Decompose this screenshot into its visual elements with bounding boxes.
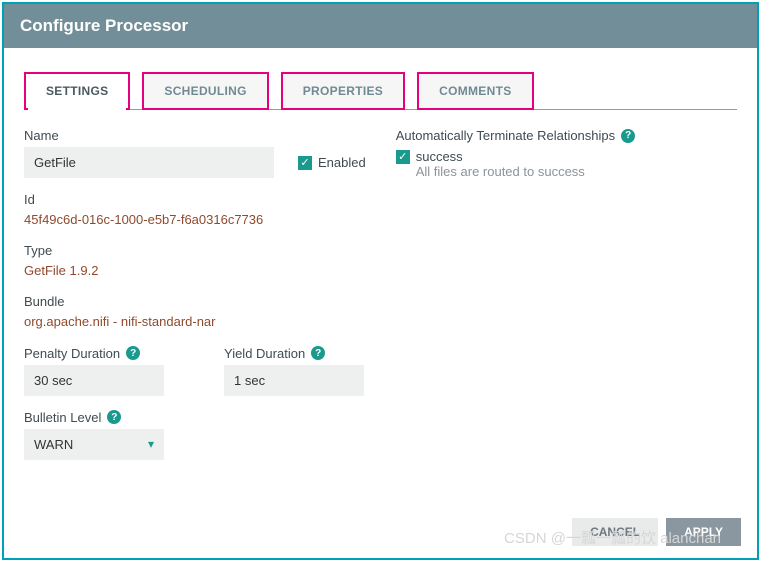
dialog-title: Configure Processor [4, 4, 757, 48]
chevron-down-icon: ▾ [148, 437, 154, 451]
penalty-label: Penalty Duration [24, 346, 120, 361]
type-value: GetFile 1.9.2 [24, 262, 366, 280]
help-icon[interactable]: ? [107, 410, 121, 424]
tab-properties[interactable]: PROPERTIES [281, 72, 405, 110]
relationship-success-label: success [416, 149, 463, 164]
bundle-label: Bundle [24, 294, 366, 309]
type-field-block: Type GetFile 1.9.2 [24, 243, 366, 280]
tab-bar: SETTINGS SCHEDULING PROPERTIES COMMENTS [24, 72, 737, 110]
help-icon[interactable]: ? [311, 346, 325, 360]
tab-comments[interactable]: COMMENTS [417, 72, 533, 110]
penalty-input[interactable] [24, 365, 164, 396]
tab-scheduling[interactable]: SCHEDULING [142, 72, 268, 110]
apply-button[interactable]: APPLY [666, 518, 741, 546]
bundle-value: org.apache.nifi - nifi-standard-nar [24, 313, 366, 331]
help-icon[interactable]: ? [126, 346, 140, 360]
name-field-block: Name ✓ Enabled [24, 128, 366, 178]
id-value: 45f49c6d-016c-1000-e5b7-f6a0316c7736 [24, 211, 366, 229]
cancel-button[interactable]: CANCEL [572, 518, 658, 546]
settings-left-column: Name ✓ Enabled Id 45f49c6d-016c-1000-e5b… [24, 128, 366, 474]
bulletin-label: Bulletin Level [24, 410, 101, 425]
settings-panel: Name ✓ Enabled Id 45f49c6d-016c-1000-e5b… [24, 128, 737, 474]
penalty-field-block: Penalty Duration ? [24, 346, 164, 396]
name-input[interactable] [24, 147, 274, 178]
relationship-success-checkbox[interactable]: ✓ success [396, 149, 737, 164]
checkmark-icon: ✓ [396, 150, 410, 164]
tab-settings[interactable]: SETTINGS [24, 72, 130, 110]
enabled-checkbox-wrap[interactable]: ✓ Enabled [298, 155, 366, 170]
id-field-block: Id 45f49c6d-016c-1000-e5b7-f6a0316c7736 [24, 192, 366, 229]
dialog-content: SETTINGS SCHEDULING PROPERTIES COMMENTS … [4, 48, 757, 506]
type-label: Type [24, 243, 366, 258]
checkmark-icon: ✓ [298, 156, 312, 170]
relationship-success-desc: All files are routed to success [416, 164, 737, 179]
relationships-header: Automatically Terminate Relationships [396, 128, 615, 143]
yield-label: Yield Duration [224, 346, 305, 361]
help-icon[interactable]: ? [621, 129, 635, 143]
yield-input[interactable] [224, 365, 364, 396]
bulletin-value: WARN [34, 437, 73, 452]
id-label: Id [24, 192, 366, 207]
bundle-field-block: Bundle org.apache.nifi - nifi-standard-n… [24, 294, 366, 331]
name-label: Name [24, 128, 366, 143]
bulletin-select[interactable]: WARN ▾ [24, 429, 164, 460]
yield-field-block: Yield Duration ? [224, 346, 364, 396]
configure-processor-dialog: Configure Processor SETTINGS SCHEDULING … [2, 2, 759, 560]
enabled-label: Enabled [318, 155, 366, 170]
dialog-footer: CANCEL APPLY [4, 506, 757, 558]
relationships-column: Automatically Terminate Relationships ? … [396, 128, 737, 474]
bulletin-field-block: Bulletin Level ? WARN ▾ [24, 410, 366, 460]
